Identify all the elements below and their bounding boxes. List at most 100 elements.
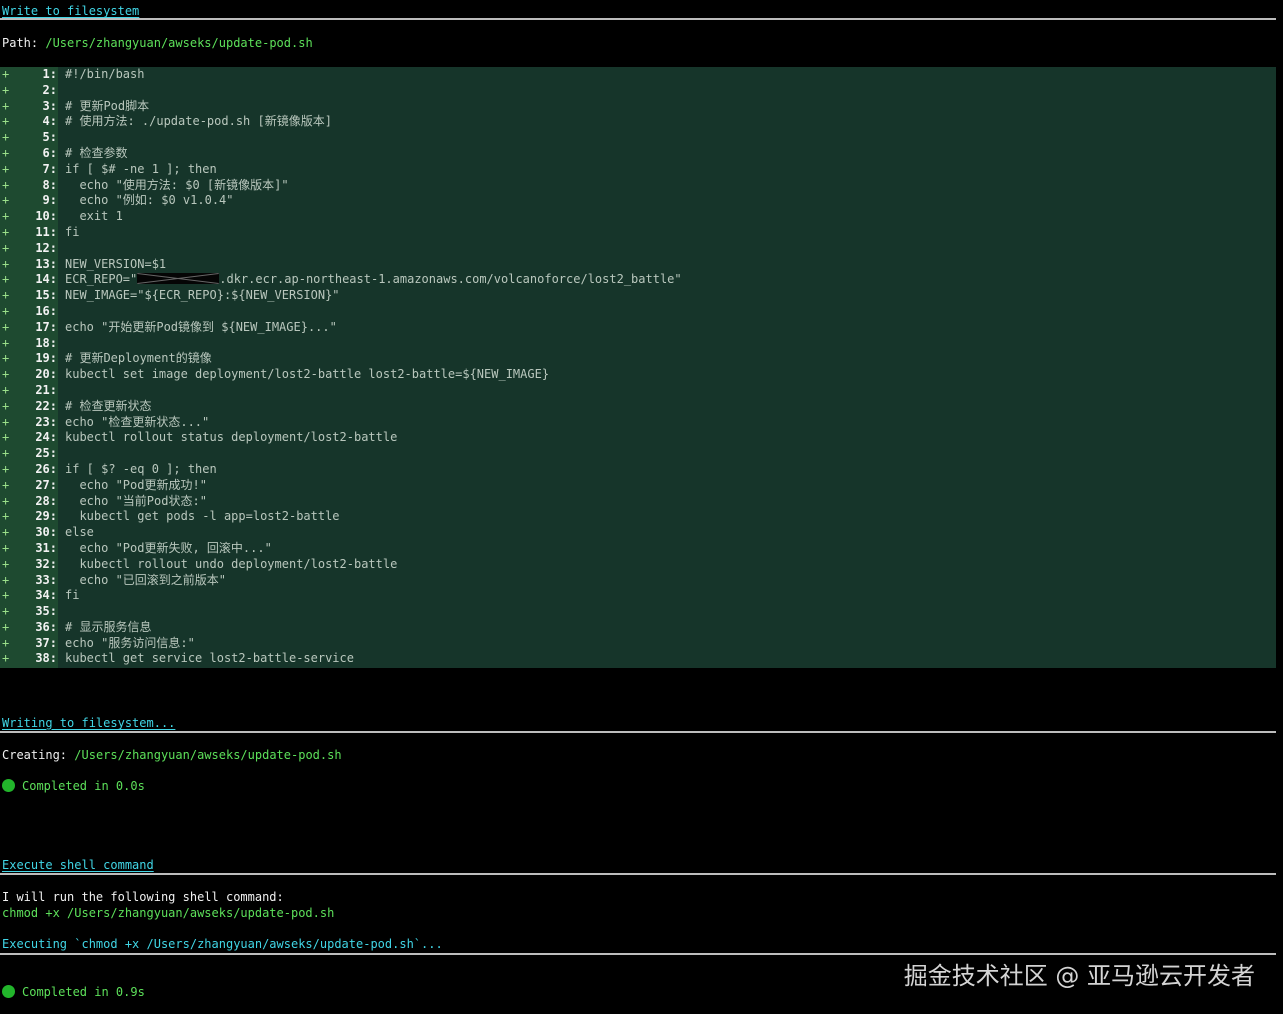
code-line: +38: kubectl get service lost2-battle-ser… [0,651,1276,667]
code-line: +25: [0,446,1276,462]
code-text: echo "当前Pod状态:" [65,493,207,508]
watermark: 掘金技术社区 @ 亚马逊云开发者 [903,962,1255,990]
code-line: +19: # 更新Deployment的镜像 [0,351,1276,367]
code-text-after: .dkr.ecr.ap-northeast-1.amazonaws.com/vo… [219,272,682,287]
code-line: +9: echo "例如: $0 v1.0.4" [0,193,1276,209]
line-number: 24: [35,430,57,445]
code-text: else [65,525,94,540]
line-number: 18: [35,335,57,350]
path-line: Path: /Users/zhangyuan/awseks/update-pod… [2,35,313,51]
line-number: 16: [35,303,57,318]
code-text: # 更新Pod脚本 [65,98,150,113]
code-text: NEW_IMAGE="${ECR_REPO}:${NEW_VERSION}" [65,288,340,303]
line-number: 19: [35,351,57,366]
code-line: +4: # 使用方法: ./update-pod.sh [新镜像版本] [0,114,1276,130]
code-text: kubectl get service lost2-battle-service [65,651,354,666]
code-text: kubectl get pods -l app=lost2-battle [65,509,340,524]
code-line: +31: echo "Pod更新失败, 回滚中..." [0,541,1276,557]
code-line: +8: echo "使用方法: $0 [新镜像版本]" [0,178,1276,194]
code-line: +13: NEW_VERSION=$1 [0,257,1276,273]
code-line: +17: echo "开始更新Pod镜像到 ${NEW_IMAGE}..." [0,320,1276,336]
code-text: echo "使用方法: $0 [新镜像版本]" [65,177,289,192]
code-text: echo "Pod更新失败, 回滚中..." [65,540,272,555]
code-text: kubectl rollout status deployment/lost2-… [65,430,398,445]
code-line: +11: fi [0,225,1276,241]
write-status-text: Completed in 0.0s [22,779,145,793]
code-text: # 检查更新状态 [65,398,152,413]
line-number: 31: [35,540,57,555]
line-number: 23: [35,414,57,429]
code-text: kubectl set image deployment/lost2-battl… [65,367,550,382]
line-number: 9: [42,193,57,208]
code-line: +29: kubectl get pods -l app=lost2-battl… [0,509,1276,525]
line-number: 26: [35,461,57,476]
line-number: 25: [35,446,57,461]
line-number: 33: [35,572,57,587]
redacted-account-id [137,273,220,285]
code-diff-block: +1: #!/bin/bash +2: +3: # 更新Pod脚本 +4: # 使用方法: … [0,67,1276,668]
code-text: exit 1 [65,209,123,224]
line-number: 38: [35,651,57,666]
code-line: +23: echo "检查更新状态..." [0,415,1276,431]
header-divider [0,18,1276,20]
code-text: # 显示服务信息 [65,619,152,634]
line-number: 14: [35,272,57,287]
code-line: +3: # 更新Pod脚本 [0,99,1276,115]
line-number: 1: [42,67,57,81]
command-intro: I will run the following shell command: [2,890,284,904]
code-line: +22: # 检查更新状态 [0,399,1276,415]
code-line: +37: echo "服务访问信息:" [0,636,1276,652]
code-text: echo "例如: $0 v1.0.4" [65,193,234,208]
code-line: +10: exit 1 [0,209,1276,225]
status-dot-icon [2,779,15,792]
write-status: Completed in 0.0s [2,778,145,794]
line-number: 7: [42,161,57,176]
writing-filesystem-header: Writing to filesystem... [2,716,176,730]
code-line: +27: echo "Pod更新成功!" [0,478,1276,494]
line-number: 20: [35,367,57,382]
code-line: +30: else [0,525,1276,541]
code-line: +2: [0,83,1276,99]
code-line: +18: [0,336,1276,352]
line-number: 5: [42,130,57,145]
code-line: +28: echo "当前Pod状态:" [0,494,1276,510]
line-number: 28: [35,493,57,508]
code-text-before: ECR_REPO=" [65,272,138,287]
code-line: +16: [0,304,1276,320]
code-line: +5: [0,130,1276,146]
execute-shell-header: Execute shell command [2,858,154,872]
line-number: 6: [42,145,57,160]
code-text: #!/bin/bash [65,67,145,81]
code-text: if [ $# -ne 1 ]; then [65,161,217,176]
section-divider [0,731,1276,733]
line-number: 27: [35,477,57,492]
line-number: 36: [35,619,57,634]
section-divider [0,873,1276,875]
code-text: kubectl rollout undo deployment/lost2-ba… [65,556,398,571]
execute-status-text: Completed in 0.9s [22,985,145,999]
line-number: 8: [42,177,57,192]
line-number: 12: [35,240,57,255]
creating-path: /Users/zhangyuan/awseks/update-pod.sh [74,748,342,762]
line-number: 34: [35,588,57,603]
line-number: 4: [42,114,57,129]
code-text: NEW_VERSION=$1 [65,256,167,271]
write-filesystem-header: Write to filesystem [2,4,140,18]
code-text: ECR_REPO=" .dkr.ecr.ap-northeast-1.amazon… [65,272,682,288]
code-text: echo "服务访问信息:" [65,635,195,650]
code-line: +7: if [ $# -ne 1 ]; then [0,162,1276,178]
code-line: +14: ECR_REPO=" .dkr.ecr.ap-northeast-1.am… [0,272,1276,288]
code-line: +6: # 检查参数 [0,146,1276,162]
creating-line: Creating: /Users/zhangyuan/awseks/update… [2,747,342,763]
line-number: 35: [35,604,57,619]
code-line: +24: kubectl rollout status deployment/lo… [0,430,1276,446]
line-number: 10: [35,209,57,224]
section-divider [0,953,1276,955]
executing-line: Executing `chmod +x /Users/zhangyuan/aws… [2,937,443,951]
code-text: echo "开始更新Pod镜像到 ${NEW_IMAGE}..." [65,319,337,334]
line-number: 17: [35,319,57,334]
code-line: +32: kubectl rollout undo deployment/los… [0,557,1276,573]
code-line: +21: [0,383,1276,399]
line-number: 37: [35,635,57,650]
line-number: 2: [42,82,57,97]
